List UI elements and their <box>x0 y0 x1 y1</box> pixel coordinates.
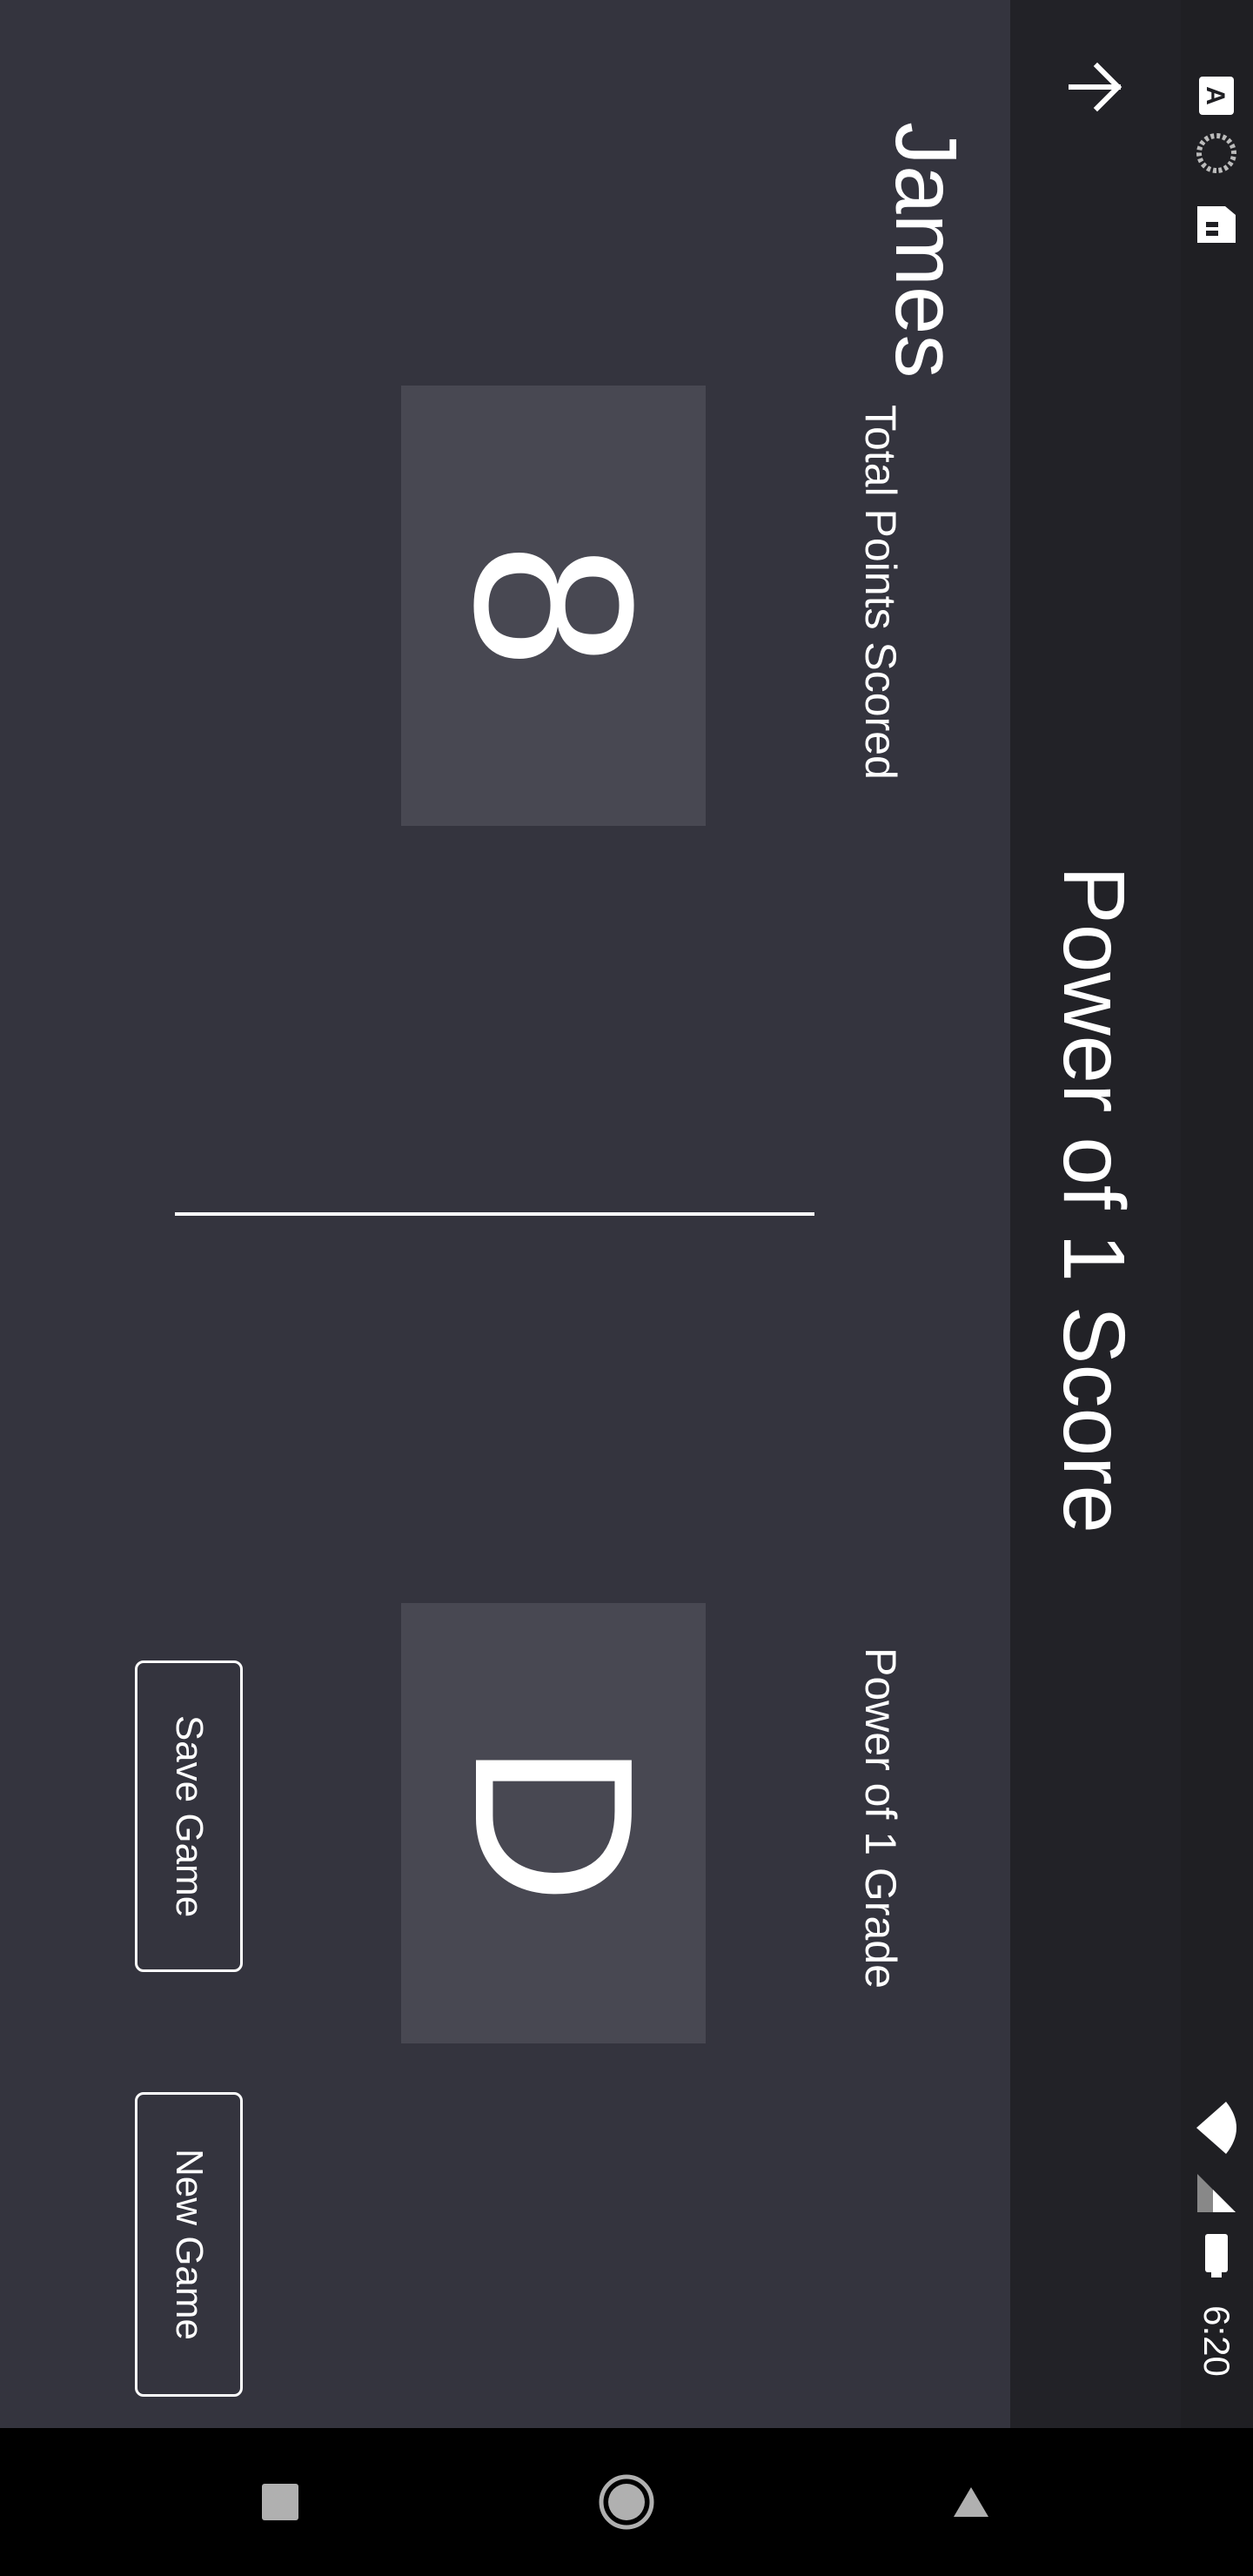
sync-icon <box>1181 127 1253 179</box>
rotated-screen: A 6:20 Power of 1 Score James Total Poin… <box>0 0 1253 2576</box>
new-game-button[interactable]: New Game <box>135 2092 243 2397</box>
clock: 6:20 <box>1196 2305 1238 2377</box>
app-bar: Power of 1 Score <box>1010 0 1181 2428</box>
battery-icon <box>1181 2230 1253 2282</box>
grade-value: D <box>427 1741 680 1905</box>
svg-text:A: A <box>1202 86 1230 105</box>
navigation-bar <box>0 2428 1253 2576</box>
back-triangle-icon[interactable] <box>928 2428 1015 2576</box>
divider <box>175 1212 814 1216</box>
recents-square-icon[interactable] <box>237 2428 324 2576</box>
arrow-back-icon <box>1069 62 1122 112</box>
keyboard-a-icon: A <box>1181 70 1253 122</box>
total-points-label: Total Points Scored <box>856 405 905 780</box>
signal-icon <box>1181 2167 1253 2219</box>
grade-box: D <box>401 1603 706 2043</box>
sd-card-icon <box>1181 198 1253 251</box>
wifi-icon <box>1181 2097 1253 2158</box>
total-points-value: 8 <box>427 542 680 669</box>
status-bar: A 6:20 <box>1181 0 1253 2576</box>
total-points-box: 8 <box>401 386 706 826</box>
grade-label: Power of 1 Grade <box>856 1647 905 1989</box>
main-content: James Total Points Scored 8 Power of 1 G… <box>0 0 1010 2428</box>
player-name: James <box>877 122 975 379</box>
home-circle-icon[interactable] <box>583 2428 670 2576</box>
page-title: Power of 1 Score <box>1045 866 1142 1534</box>
save-game-button[interactable]: Save Game <box>135 1660 243 1972</box>
back-button[interactable] <box>1043 35 1148 139</box>
